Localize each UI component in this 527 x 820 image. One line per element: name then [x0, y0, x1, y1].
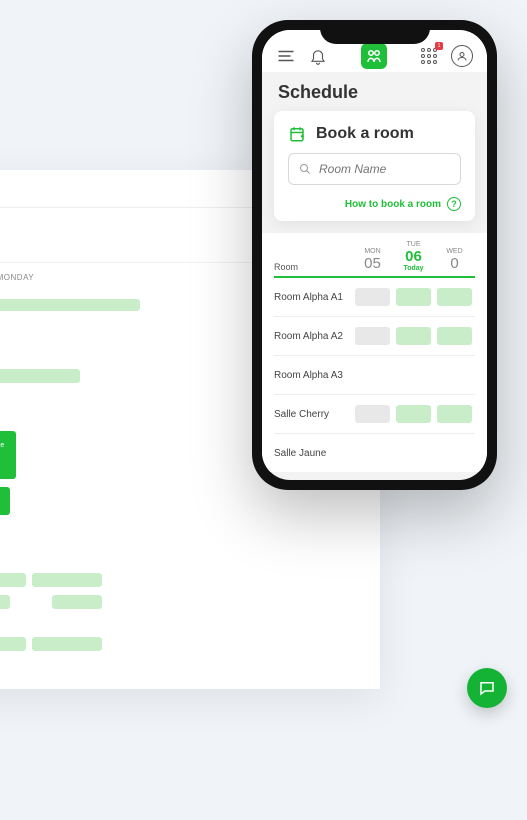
book-room-icon: [288, 125, 306, 143]
room-name: Salle Jaune: [274, 448, 352, 459]
event-pill[interactable]: [0, 595, 10, 609]
day-column-header-active[interactable]: TUE 06 Today: [393, 241, 434, 272]
event-pill[interactable]: [32, 573, 102, 587]
room-slot[interactable]: [437, 405, 472, 423]
room-slot[interactable]: [355, 405, 390, 423]
apps-grid-icon[interactable]: 1: [419, 46, 439, 66]
page-title: Schedule: [278, 82, 471, 103]
phone-frame: 1 Schedule Book a room: [252, 20, 497, 490]
book-room-card: Book a room How to book a room ?: [274, 111, 475, 221]
grid-header: Room MON 05 TUE 06 Today WED 0: [274, 233, 475, 278]
room-name: Room Alpha A3: [274, 370, 352, 381]
day-column-header[interactable]: WED 0: [434, 248, 475, 272]
top-nav: 1: [262, 30, 487, 72]
room-slot[interactable]: [396, 405, 431, 423]
room-slot[interactable]: [396, 288, 431, 306]
event-pill[interactable]: [52, 595, 102, 609]
room-column-header: Room: [274, 262, 352, 272]
room-name: Room Alpha A1: [274, 292, 352, 303]
book-room-title: Book a room: [316, 125, 414, 143]
room-search-field[interactable]: [288, 153, 461, 185]
event-pill[interactable]: [0, 299, 140, 311]
room-row: Room Alpha A2: [274, 317, 475, 356]
profile-avatar-icon[interactable]: [451, 45, 473, 67]
bell-icon[interactable]: [308, 46, 328, 66]
event-block[interactable]: 14-16 Updates: [0, 487, 10, 515]
event-pill[interactable]: [0, 637, 26, 651]
room-slot[interactable]: [355, 288, 390, 306]
room-row: Salle Cherry: [274, 395, 475, 434]
room-row: Room Alpha A1: [274, 278, 475, 317]
room-slot[interactable]: [396, 366, 431, 384]
event-block[interactable]: 09-10 Weekly Pulse Meeting: [0, 431, 16, 479]
room-slot[interactable]: [396, 444, 431, 462]
help-icon: ?: [447, 197, 461, 211]
day-header: 09 MONDAY: [0, 269, 34, 285]
chat-icon: [478, 679, 496, 697]
room-name: Room Alpha A2: [274, 331, 352, 342]
room-slot[interactable]: [437, 288, 472, 306]
search-icon: [299, 163, 311, 175]
room-name: Salle Cherry: [274, 409, 352, 420]
schedule-header: Schedule: [262, 72, 487, 111]
room-schedule-grid: Room MON 05 TUE 06 Today WED 0: [262, 233, 487, 472]
room-name-input[interactable]: [319, 162, 450, 176]
room-slot[interactable]: [437, 327, 472, 345]
room-slot[interactable]: [355, 444, 390, 462]
event-pill[interactable]: [0, 573, 26, 587]
day-column-header[interactable]: MON 05: [352, 248, 393, 272]
room-slot[interactable]: [437, 444, 472, 462]
room-row: Room Alpha A3: [274, 356, 475, 395]
chat-fab-button[interactable]: [467, 668, 507, 708]
notification-badge: 1: [435, 42, 443, 50]
event-pill[interactable]: [32, 637, 102, 651]
room-slot[interactable]: [355, 366, 390, 384]
room-slot[interactable]: [396, 327, 431, 345]
room-row: Salle Jaune: [274, 434, 475, 472]
room-slot[interactable]: [437, 366, 472, 384]
app-logo-icon[interactable]: [361, 43, 387, 69]
room-slot[interactable]: [355, 327, 390, 345]
event-pill[interactable]: [0, 369, 80, 383]
menu-icon[interactable]: [276, 46, 296, 66]
phone-screen: 1 Schedule Book a room: [262, 30, 487, 480]
how-to-book-link[interactable]: How to book a room ?: [288, 197, 461, 211]
